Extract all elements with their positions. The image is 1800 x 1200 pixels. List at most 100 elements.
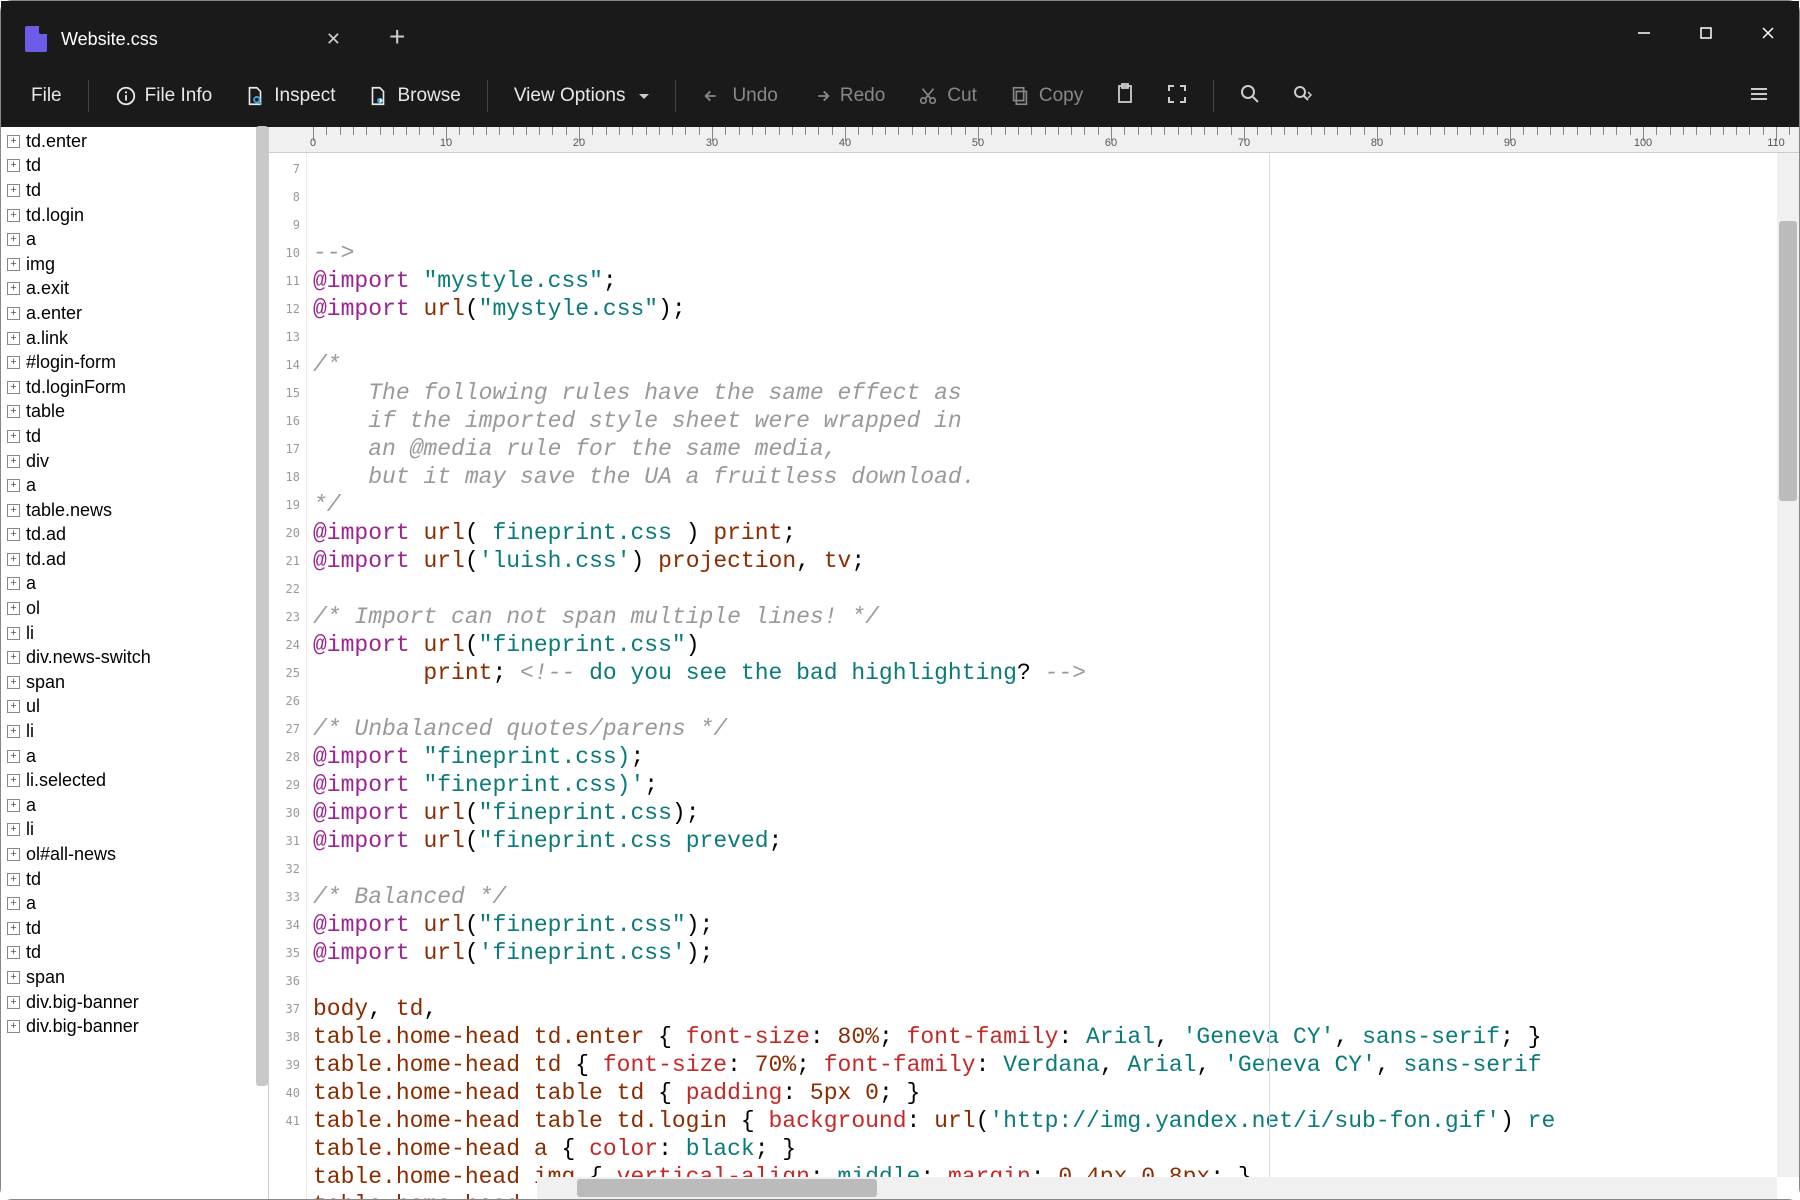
- tree-item[interactable]: +a: [1, 473, 268, 498]
- paste-button[interactable]: [1101, 74, 1149, 119]
- expand-icon[interactable]: +: [7, 602, 20, 615]
- tree-item[interactable]: +#login-form: [1, 350, 268, 375]
- expand-icon[interactable]: +: [7, 282, 20, 295]
- expand-icon[interactable]: +: [7, 577, 20, 590]
- tree-item[interactable]: +a: [1, 891, 268, 916]
- code-line: [313, 855, 1793, 883]
- expand-icon[interactable]: +: [7, 209, 20, 222]
- tree-item[interactable]: +td.login: [1, 203, 268, 228]
- expand-icon[interactable]: +: [7, 184, 20, 197]
- tree-item[interactable]: +span: [1, 670, 268, 695]
- expand-icon[interactable]: +: [7, 332, 20, 345]
- tree-item[interactable]: +ol: [1, 596, 268, 621]
- redo-button[interactable]: Redo: [796, 77, 899, 115]
- cut-button[interactable]: Cut: [903, 77, 991, 115]
- tree-item[interactable]: +td: [1, 916, 268, 941]
- expand-icon[interactable]: +: [7, 700, 20, 713]
- expand-icon[interactable]: +: [7, 676, 20, 689]
- expand-icon[interactable]: +: [7, 823, 20, 836]
- expand-icon[interactable]: +: [7, 725, 20, 738]
- tree-item[interactable]: +a: [1, 744, 268, 769]
- tree-item[interactable]: +img: [1, 252, 268, 277]
- sidebar-scrollbar[interactable]: [256, 127, 268, 1199]
- tab-active[interactable]: Website.css ✕: [9, 13, 369, 65]
- tree-item[interactable]: +a.exit: [1, 277, 268, 302]
- tree-item[interactable]: +table.news: [1, 498, 268, 523]
- tree-item[interactable]: +td.loginForm: [1, 375, 268, 400]
- fullscreen-button[interactable]: [1153, 74, 1201, 119]
- code-editor[interactable]: -->@import "mystyle.css";@import url("my…: [307, 153, 1799, 1199]
- expand-icon[interactable]: +: [7, 405, 20, 418]
- expand-icon[interactable]: +: [7, 233, 20, 246]
- tree-item[interactable]: +li: [1, 719, 268, 744]
- browse-button[interactable]: Browse: [353, 77, 474, 115]
- expand-icon[interactable]: +: [7, 455, 20, 468]
- search-button[interactable]: [1226, 74, 1274, 119]
- close-icon[interactable]: ✕: [318, 25, 349, 54]
- tree-item[interactable]: +td: [1, 178, 268, 203]
- expand-icon[interactable]: +: [7, 307, 20, 320]
- inspect-button[interactable]: Inspect: [230, 77, 349, 115]
- search-next-button[interactable]: [1278, 74, 1326, 119]
- expand-icon[interactable]: +: [7, 873, 20, 886]
- expand-icon[interactable]: +: [7, 774, 20, 787]
- tree-item[interactable]: +div: [1, 449, 268, 474]
- copy-button[interactable]: Copy: [995, 77, 1097, 115]
- expand-icon[interactable]: +: [7, 504, 20, 517]
- undo-button[interactable]: Undo: [688, 77, 791, 115]
- close-button[interactable]: [1737, 8, 1799, 58]
- view-options-menu[interactable]: View Options: [500, 77, 664, 115]
- expand-icon[interactable]: +: [7, 971, 20, 984]
- tree-item[interactable]: +td: [1, 941, 268, 966]
- tree-item[interactable]: +ol#all-news: [1, 842, 268, 867]
- tree-item[interactable]: +span: [1, 965, 268, 990]
- expand-icon[interactable]: +: [7, 897, 20, 910]
- file-info-button[interactable]: File Info: [101, 77, 227, 115]
- expand-icon[interactable]: +: [7, 381, 20, 394]
- expand-icon[interactable]: +: [7, 627, 20, 640]
- expand-icon[interactable]: +: [7, 430, 20, 443]
- expand-icon[interactable]: +: [7, 159, 20, 172]
- expand-icon[interactable]: +: [7, 848, 20, 861]
- tree-item[interactable]: +a: [1, 572, 268, 597]
- tree-item[interactable]: +a: [1, 227, 268, 252]
- expand-icon[interactable]: +: [7, 1020, 20, 1033]
- tree-item[interactable]: +a.link: [1, 326, 268, 351]
- tree-item[interactable]: +a.enter: [1, 301, 268, 326]
- menu-button[interactable]: [1735, 74, 1783, 119]
- new-tab-button[interactable]: +: [369, 21, 425, 53]
- expand-icon[interactable]: +: [7, 946, 20, 959]
- minimize-button[interactable]: [1613, 8, 1675, 58]
- expand-icon[interactable]: +: [7, 651, 20, 664]
- tree-item[interactable]: +li: [1, 818, 268, 843]
- expand-icon[interactable]: +: [7, 356, 20, 369]
- tree-item[interactable]: +td.ad: [1, 523, 268, 548]
- tree-item[interactable]: +li.selected: [1, 768, 268, 793]
- tree-item[interactable]: +div.news-switch: [1, 645, 268, 670]
- tree-item[interactable]: +div.big-banner: [1, 1014, 268, 1039]
- tree-item[interactable]: +td: [1, 154, 268, 179]
- expand-icon[interactable]: +: [7, 996, 20, 1009]
- maximize-button[interactable]: [1675, 8, 1737, 58]
- tree-item[interactable]: +a: [1, 793, 268, 818]
- tree-item[interactable]: +ul: [1, 695, 268, 720]
- tree-item[interactable]: +li: [1, 621, 268, 646]
- expand-icon[interactable]: +: [7, 922, 20, 935]
- tree-item[interactable]: +td: [1, 867, 268, 892]
- tree-item[interactable]: +td.enter: [1, 129, 268, 154]
- expand-icon[interactable]: +: [7, 479, 20, 492]
- tree-item[interactable]: +td.ad: [1, 547, 268, 572]
- expand-icon[interactable]: +: [7, 258, 20, 271]
- horizontal-scrollbar[interactable]: [537, 1177, 1777, 1199]
- outline-sidebar[interactable]: +td.enter+td+td+td.login+a+img+a.exit+a.…: [1, 127, 269, 1199]
- tree-item[interactable]: +table: [1, 400, 268, 425]
- tree-item[interactable]: +td: [1, 424, 268, 449]
- tree-item[interactable]: +div.big-banner: [1, 990, 268, 1015]
- vertical-scrollbar[interactable]: [1777, 153, 1799, 1177]
- expand-icon[interactable]: +: [7, 799, 20, 812]
- expand-icon[interactable]: +: [7, 553, 20, 566]
- expand-icon[interactable]: +: [7, 528, 20, 541]
- expand-icon[interactable]: +: [7, 750, 20, 763]
- file-menu[interactable]: File: [17, 77, 76, 115]
- expand-icon[interactable]: +: [7, 135, 20, 148]
